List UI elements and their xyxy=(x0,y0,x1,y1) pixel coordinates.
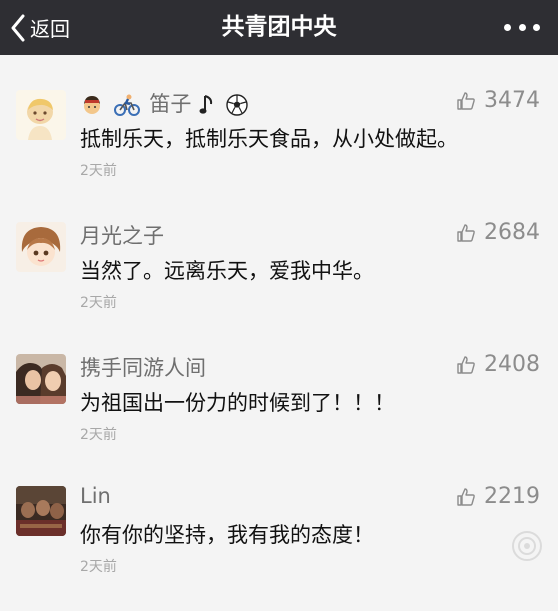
comment-item: 月光之子 2684 当然了。远离乐天，爱我中华。 2天前 xyxy=(0,220,558,347)
dot-icon xyxy=(533,24,540,31)
person-emoji-icon xyxy=(84,96,100,114)
like-button[interactable]: 2408 xyxy=(456,352,540,377)
page-title: 共青团中央 xyxy=(221,14,337,40)
dot-icon xyxy=(518,24,526,31)
like-button[interactable]: 2219 xyxy=(456,484,540,509)
comment-item: Lin 2219 你有你的坚持，我有我的态度！ 2天前 xyxy=(0,484,558,611)
comment-time: 2天前 xyxy=(80,295,117,311)
comment-text: 抵制乐天，抵制乐天食品，从小处做起。 xyxy=(80,127,458,151)
back-label: 返回 xyxy=(30,17,70,41)
comment-text: 当然了。远离乐天，爱我中华。 xyxy=(80,259,374,283)
avatar[interactable] xyxy=(16,222,66,272)
watermark xyxy=(510,529,544,563)
author-name: 笛子 xyxy=(149,92,192,116)
avatar[interactable] xyxy=(16,90,66,140)
comment-author[interactable]: 携手同游人间 xyxy=(80,352,206,382)
comment-author[interactable]: 笛子 xyxy=(80,88,251,118)
avatar[interactable] xyxy=(16,486,66,536)
like-count: 2684 xyxy=(484,220,540,245)
avatar[interactable] xyxy=(16,354,66,404)
like-count: 2219 xyxy=(484,484,540,509)
comment-author[interactable]: Lin xyxy=(80,484,111,508)
comment-item: 携手同游人间 2408 为祖国出一份力的时候到了！！！ 2天前 xyxy=(0,352,558,479)
soccer-ball-emoji-icon xyxy=(226,94,248,116)
thumbs-up-icon xyxy=(457,355,475,374)
comment-author[interactable]: 月光之子 xyxy=(80,220,164,250)
like-count: 2408 xyxy=(484,352,540,377)
comment-text: 你有你的坚持，我有我的态度！ xyxy=(80,523,374,547)
more-options-button[interactable] xyxy=(504,0,540,55)
comment-time: 2天前 xyxy=(80,163,117,179)
like-button[interactable]: 2684 xyxy=(456,220,540,245)
music-note-emoji-icon xyxy=(199,95,213,114)
thumbs-up-icon xyxy=(457,223,475,242)
comment-time: 2天前 xyxy=(80,559,117,575)
comment-item: 笛子 3474 抵制乐天，抵制乐天食品，从小处做起。 2天前 xyxy=(0,88,558,215)
top-bar: 返回 共青团中央 xyxy=(0,0,558,55)
back-button[interactable]: 返回 xyxy=(10,0,70,55)
like-button[interactable]: 3474 xyxy=(456,88,540,113)
chevron-left-icon xyxy=(11,14,25,41)
watermark-logo-icon xyxy=(512,531,542,561)
dot-icon xyxy=(504,24,511,31)
thumbs-up-icon xyxy=(457,91,475,110)
comment-time: 2天前 xyxy=(80,427,117,443)
cyclist-emoji-icon xyxy=(113,94,140,116)
like-count: 3474 xyxy=(484,88,540,113)
thumbs-up-icon xyxy=(457,487,475,506)
comment-text: 为祖国出一份力的时候到了！！！ xyxy=(80,391,395,415)
